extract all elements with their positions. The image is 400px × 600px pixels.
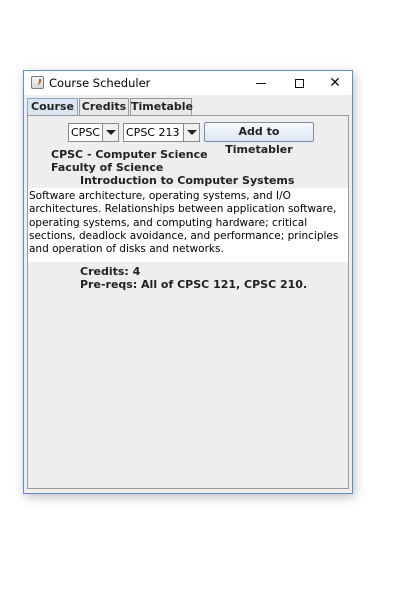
course-select[interactable]: CPSC 213	[123, 123, 200, 142]
credits-label: Credits: 4	[80, 265, 141, 278]
course-description: Software architecture, operating systems…	[29, 190, 339, 256]
maximize-button[interactable]	[280, 71, 318, 95]
faculty-name: Faculty of Science	[51, 161, 164, 174]
maximize-icon	[294, 78, 304, 88]
prereqs-label: Pre-reqs: All of CPSC 121, CPSC 210.	[80, 278, 308, 291]
department-select-value: CPSC	[71, 126, 100, 139]
tab-timetable[interactable]: Timetable	[130, 98, 193, 115]
course-title: Introduction to Computer Systems	[80, 174, 295, 187]
minimize-icon	[256, 82, 266, 84]
course-scheduler-window: Course Scheduler ✕ Course Credits Timeta…	[23, 70, 353, 494]
minimize-button[interactable]	[242, 71, 280, 95]
chevron-down-icon[interactable]	[102, 124, 118, 141]
title-bar[interactable]: Course Scheduler ✕	[24, 71, 352, 95]
add-to-timetabler-button[interactable]: Add to Timetabler	[204, 122, 314, 156]
department-name: CPSC - Computer Science	[51, 148, 208, 161]
course-select-value: CPSC 213	[126, 126, 180, 139]
close-button[interactable]: ✕	[316, 71, 354, 95]
tab-credits[interactable]: Credits	[79, 98, 129, 115]
window-title: Course Scheduler	[49, 76, 151, 90]
chevron-down-icon[interactable]	[183, 124, 199, 141]
description-area: Software architecture, operating systems…	[28, 188, 348, 262]
tab-course[interactable]: Course	[27, 98, 78, 115]
department-select[interactable]: CPSC	[68, 123, 119, 142]
java-cup-icon	[31, 76, 44, 89]
course-panel: CPSC CPSC 213 Add to Timetabler CPSC - C…	[27, 115, 349, 489]
close-icon: ✕	[329, 75, 341, 91]
